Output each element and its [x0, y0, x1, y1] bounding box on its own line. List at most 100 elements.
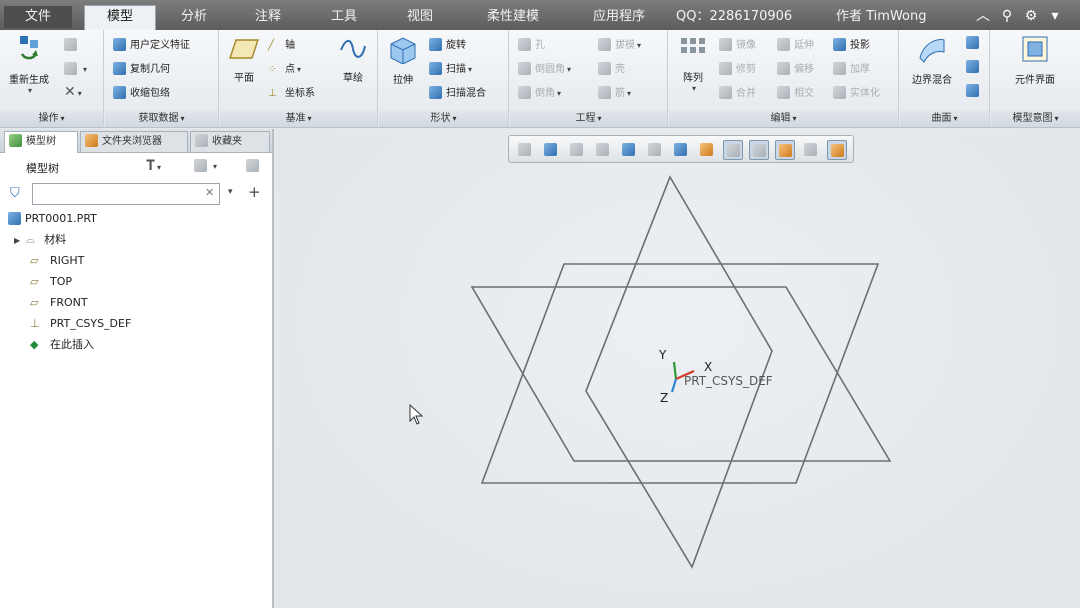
filter-dropdown-icon[interactable]: ▾ [228, 187, 233, 197]
group-datum: 平面 ╱ 轴 ⁘ 点 ▾ ⊥ 坐标系 草绘 基准 ▾ [220, 30, 378, 128]
mirror-button[interactable]: 镜像 [719, 36, 756, 51]
freestyle-icon[interactable] [966, 84, 983, 97]
group-engineering: 孔 倒圆角 ▾ 倒角 ▾ 拔模 ▾ 壳 筋 ▾ 工程 ▾ [510, 30, 668, 128]
add-filter-icon[interactable]: + [248, 183, 261, 201]
regenerate-button[interactable]: 重新生成 ▾ [2, 34, 56, 95]
model-viewport: Y X Z PRT_CSYS_DEF [409, 175, 892, 569]
tree-item-csys[interactable]: ⊥ PRT_CSYS_DEF [30, 314, 131, 334]
material-icon: ⌓ [26, 233, 35, 246]
thicken-button[interactable]: 加厚 [833, 60, 870, 75]
sketch-label: 草绘 [343, 73, 363, 84]
delete-icon[interactable]: ✕ ▾ [64, 84, 82, 100]
component-interface-button[interactable]: 元件界面 [999, 34, 1071, 86]
menu-tab-file[interactable]: 文件 [4, 6, 72, 28]
datum-plane-top[interactable] [470, 286, 892, 462]
hole-button[interactable]: 孔 [518, 36, 545, 51]
sweep-button[interactable]: 扫描 ▾ [429, 60, 472, 75]
tree-item-insert-here[interactable]: ◆ 在此插入 [30, 335, 94, 355]
tree-item-right[interactable]: ▱ RIGHT [30, 251, 84, 271]
csys-name-label: PRT_CSYS_DEF [684, 374, 773, 388]
graphics-window[interactable]: Y X Z PRT_CSYS_DEF [276, 129, 1080, 608]
tree-item-top[interactable]: ▱ TOP [30, 272, 72, 292]
group-title-operations[interactable]: 操作 ▾ [0, 111, 103, 127]
sketch-button[interactable]: 草绘 [334, 36, 372, 84]
chevron-down-icon[interactable]: ▾ [1046, 7, 1064, 25]
extend-button[interactable]: 延伸 [777, 36, 814, 51]
coordinate-system-button[interactable]: ⊥ 坐标系 [268, 84, 315, 99]
menu-tab-flexible-modeling[interactable]: 柔性建模 [468, 6, 558, 28]
offset-button[interactable]: 偏移 [777, 60, 814, 75]
pattern-dropdown-icon[interactable]: ▾ [675, 84, 713, 93]
shrinkwrap-button[interactable]: 收缩包络 [113, 84, 170, 99]
paste-icon[interactable]: ▾ [64, 62, 87, 75]
boundary-blend-label: 边界混合 [912, 75, 952, 86]
boundary-blend-button[interactable]: 边界混合 [902, 34, 962, 86]
draft-button[interactable]: 拔模 ▾ [598, 36, 641, 51]
group-editing: 阵列 ▾ 镜像 修剪 合并 延伸 偏移 相交 投影 加厚 实体化 编辑 ▾ [669, 30, 899, 128]
tree-columns-icon[interactable] [246, 159, 263, 172]
tree-settings-icon[interactable]: 𝚻 ▾ [146, 158, 161, 174]
merge-button[interactable]: 合并 [719, 84, 756, 99]
group-title-datum[interactable]: 基准 ▾ [220, 111, 377, 127]
trim-button[interactable]: 修剪 [719, 60, 756, 75]
csys-x-label: X [704, 360, 712, 374]
tree-item-part[interactable]: PRT0001.PRT [8, 209, 97, 229]
gear-icon[interactable]: ⚙ [1022, 7, 1040, 25]
filter-icon[interactable]: ⛉ [10, 186, 20, 201]
round-button[interactable]: 倒圆角 ▾ [518, 60, 571, 75]
chamfer-button[interactable]: 倒角 ▾ [518, 84, 561, 99]
solidify-button[interactable]: 实体化 [833, 84, 880, 99]
menu-tab-annotate[interactable]: 注释 [236, 6, 300, 28]
datum-point-button[interactable]: ⁘ 点 ▾ [268, 60, 301, 75]
menu-tab-analysis[interactable]: 分析 [162, 6, 226, 28]
expand-arrow-icon[interactable]: ▶ [14, 236, 20, 245]
swept-blend-button[interactable]: 扫描混合 [429, 84, 486, 99]
chevron-up-icon[interactable]: ︿ [974, 7, 992, 25]
tree-header: 模型树 𝚻 ▾ ▾ [0, 155, 272, 181]
regenerate-dropdown-icon[interactable]: ▾ [4, 86, 56, 95]
project-button[interactable]: 投影 [833, 36, 870, 51]
tab-folder-browser[interactable]: 文件夹浏览器 [80, 131, 188, 152]
group-model-intent: 元件界面 模型意图 ▾ [991, 30, 1080, 128]
mouse-cursor-icon [409, 403, 424, 425]
qq-text: QQ：2286170906 [676, 9, 793, 24]
csys-z-label: Z [660, 391, 668, 405]
revolve-button[interactable]: 旋转 [429, 36, 466, 51]
extrude-button[interactable]: 拉伸 [383, 34, 423, 86]
datum-plane-icon: ▱ [30, 254, 39, 267]
search-icon[interactable]: ⚲ [998, 7, 1016, 25]
tree-filter-input[interactable] [32, 183, 220, 205]
copy-icon[interactable] [64, 38, 81, 51]
style-surface-icon[interactable] [966, 60, 983, 73]
datum-plane-front[interactable] [585, 175, 773, 569]
tab-model-tree[interactable]: 模型树 [4, 131, 78, 153]
shell-button[interactable]: 壳 [598, 60, 625, 75]
datum-plane-icon: ▱ [30, 275, 39, 288]
group-title-engineering[interactable]: 工程 ▾ [510, 111, 667, 127]
tab-favorites[interactable]: 收藏夹 [190, 131, 270, 152]
menu-tab-applications[interactable]: 应用程序 [574, 6, 664, 28]
user-defined-feature-button[interactable]: 用户定义特征 [113, 36, 190, 51]
pattern-button[interactable]: 阵列 ▾ [673, 36, 713, 93]
menu-bar: 文件 模型 分析 注释 工具 视图 柔性建模 应用程序 QQ：228617090… [0, 0, 1080, 30]
tree-show-icon[interactable]: ▾ [194, 159, 217, 172]
menu-tab-model[interactable]: 模型 [84, 5, 156, 30]
datum-axis-button[interactable]: ╱ 轴 [268, 36, 295, 51]
intersect-button[interactable]: 相交 [777, 84, 814, 99]
group-title-surfaces[interactable]: 曲面 ▾ [900, 111, 989, 127]
copy-geometry-button[interactable]: 复制几何 [113, 60, 170, 75]
menu-tab-view[interactable]: 视图 [388, 6, 452, 28]
menu-tab-tools[interactable]: 工具 [312, 6, 376, 28]
group-title-get-data[interactable]: 获取数据 ▾ [105, 111, 218, 127]
group-title-shapes[interactable]: 形状 ▾ [379, 111, 508, 127]
tree-item-front[interactable]: ▱ FRONT [30, 293, 88, 313]
sketch-icon [340, 39, 366, 58]
clear-filter-icon[interactable]: ✕ [205, 186, 214, 199]
tree-item-material[interactable]: ▶ ⌓ 材料 [14, 230, 66, 250]
group-title-model-intent[interactable]: 模型意图 ▾ [991, 111, 1080, 127]
fill-surface-icon[interactable] [966, 36, 983, 49]
rib-button[interactable]: 筋 ▾ [598, 84, 631, 99]
datum-plane-right[interactable] [480, 263, 880, 484]
datum-plane-button[interactable]: 平面 [224, 36, 264, 84]
group-title-editing[interactable]: 编辑 ▾ [669, 111, 898, 127]
